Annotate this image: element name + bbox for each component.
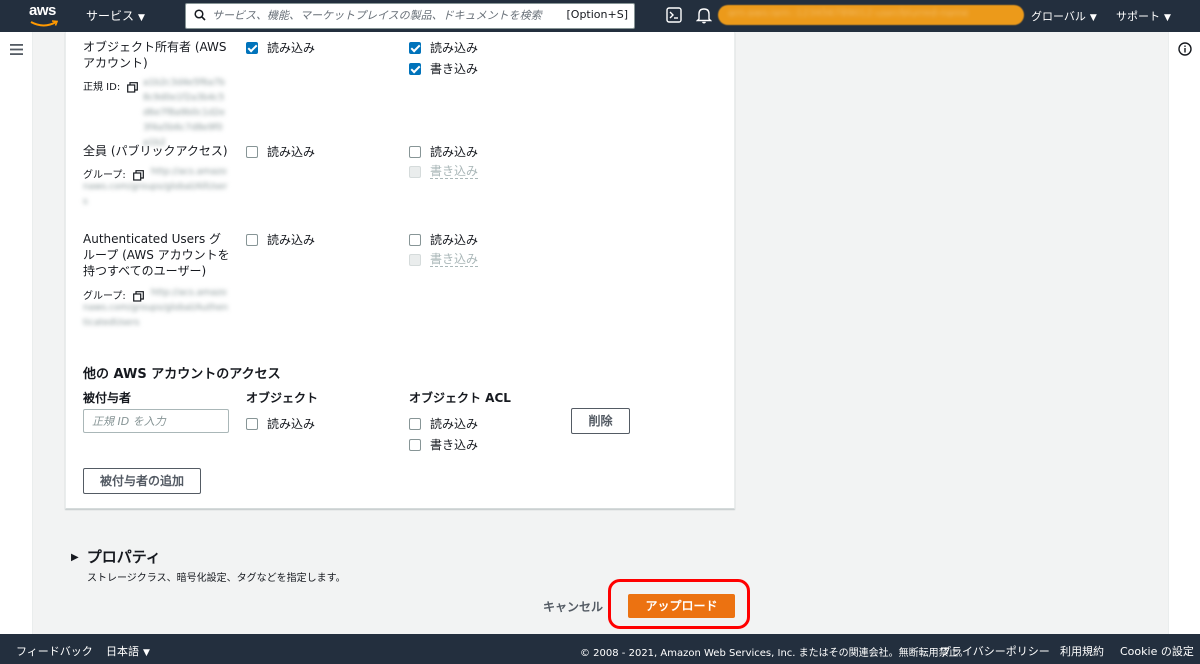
checkbox-label: 読み込み — [267, 41, 316, 55]
checkbox-box — [409, 165, 421, 178]
search-box[interactable]: [Option+S] — [185, 3, 635, 29]
copyright-text: © 2008 - 2021, Amazon Web Services, Inc.… — [580, 648, 969, 659]
chevron-down-icon: ▼ — [143, 648, 150, 658]
properties-expand-toggle[interactable]: ▶ プロパティ — [71, 546, 161, 567]
search-input[interactable] — [212, 4, 627, 26]
footer-bar: フィードバック 日本語 ▼ © 2008 - 2021, Amazon Web S… — [0, 634, 1200, 664]
properties-description: ストレージクラス、暗号化設定、タグなどを指定します。 — [87, 573, 346, 584]
aws-smile-icon — [30, 20, 58, 27]
everyone-acl-write-checkbox: 書き込み — [409, 164, 479, 179]
checkbox-box[interactable] — [409, 233, 421, 246]
checkbox-label: 書き込み — [430, 164, 479, 179]
terms-link[interactable]: 利用規約 — [1060, 643, 1104, 659]
authenticated-object-read-checkbox[interactable]: 読み込み — [246, 231, 315, 248]
canonical-id-value: a1b2c3d4e5f6a7b8c9d0e1f2a3b4c5d6e7f8a9b0… — [143, 78, 225, 148]
checkbox-label: 読み込み — [430, 417, 479, 431]
checkbox-label: 書き込み — [430, 252, 479, 267]
services-label: サービス — [86, 9, 135, 23]
properties-title: プロパティ — [86, 548, 161, 566]
group-uri-value: http://acs.amazonaws.com/groups/global/A… — [83, 167, 228, 207]
top-navigation-bar: aws サービス▼ [Option+S] arn:aws:iam::123456… — [0, 0, 1200, 32]
support-label: サポート — [1116, 10, 1160, 23]
checkbox-box[interactable] — [409, 145, 421, 158]
checkbox-box[interactable] — [246, 145, 258, 158]
chevron-down-icon: ▼ — [138, 13, 145, 23]
add-grantee-button[interactable]: 被付与者の追加 — [83, 468, 201, 494]
search-icon — [194, 9, 206, 21]
other-accounts-section-title: 他の AWS アカウントのアクセス — [83, 367, 281, 382]
account-text: arn:aws:iam::123456789012:user/blurred-n… — [728, 8, 969, 19]
account-menu[interactable]: arn:aws:iam::123456789012:user/blurred-n… — [718, 5, 1024, 25]
col-header-object: オブジェクト — [246, 391, 319, 405]
acl-row-label-owner: オブジェクト所有者 (AWS アカウント) — [83, 40, 227, 70]
support-menu[interactable]: サポート ▼ — [1116, 8, 1171, 24]
checkbox-label: 書き込み — [430, 438, 479, 452]
acl-row-label-authenticated-users: Authenticated Users グループ (AWS アカウントを持つすべ… — [83, 232, 230, 278]
cloudshell-icon[interactable] — [666, 7, 682, 23]
bell-icon[interactable] — [696, 6, 712, 24]
col-header-object-acl: オブジェクト ACL — [409, 391, 511, 405]
hamburger-menu-icon[interactable] — [10, 44, 23, 55]
grantee-canonical-id-input[interactable] — [83, 409, 229, 433]
owner-acl-read-checkbox[interactable]: 読み込み — [409, 39, 478, 56]
owner-object-read-checkbox[interactable]: 読み込み — [246, 39, 315, 56]
search-shortcut-hint: [Option+S] — [566, 8, 629, 21]
checkbox-box[interactable] — [409, 41, 421, 54]
feedback-link[interactable]: フィードバック — [16, 643, 93, 659]
id-label-text: 正規 ID: — [83, 82, 121, 93]
acl-row-label-everyone: 全員 (パブリックアクセス) — [83, 144, 228, 158]
privacy-policy-link[interactable]: プライバシーポリシー — [940, 643, 1050, 659]
checkbox-box[interactable] — [409, 438, 421, 451]
caret-right-icon: ▶ — [71, 552, 79, 563]
checkbox-label: 書き込み — [430, 62, 479, 76]
canonical-id-label: 正規 ID: — [83, 78, 139, 93]
checkbox-label: 読み込み — [430, 145, 479, 159]
checkbox-label: 読み込み — [267, 233, 316, 247]
language-selector[interactable]: 日本語 ▼ — [106, 643, 150, 659]
checkbox-label: 読み込み — [267, 145, 316, 159]
language-label: 日本語 — [106, 645, 139, 658]
col-header-grantee: 被付与者 — [83, 391, 132, 405]
aws-logo[interactable]: aws — [26, 2, 62, 28]
authenticated-acl-write-checkbox: 書き込み — [409, 252, 479, 267]
left-navigation-rail — [0, 32, 33, 634]
cookie-settings-link[interactable]: Cookie の設定 — [1120, 643, 1194, 659]
cancel-button[interactable]: キャンセル — [543, 598, 603, 615]
checkbox-box[interactable] — [409, 62, 421, 75]
checkbox-label: 読み込み — [267, 417, 316, 431]
upload-highlight-annotation — [608, 579, 750, 629]
grantee-acl-write-checkbox[interactable]: 書き込み — [409, 436, 478, 453]
checkbox-label: 読み込み — [430, 41, 479, 55]
region-label: グローバル — [1031, 10, 1086, 23]
remove-grantee-button[interactable]: 削除 — [571, 408, 630, 434]
right-tools-rail — [1168, 32, 1200, 634]
region-menu[interactable]: グローバル ▼ — [1031, 8, 1097, 24]
checkbox-box[interactable] — [246, 233, 258, 246]
acl-permissions-panel: オブジェクト所有者 (AWS アカウント) 正規 ID: a1b2c3d4e5f… — [65, 32, 735, 509]
services-menu[interactable]: サービス ▼ — [86, 7, 145, 24]
chevron-down-icon: ▼ — [1164, 13, 1171, 23]
checkbox-label: 読み込み — [430, 233, 479, 247]
authenticated-acl-read-checkbox[interactable]: 読み込み — [409, 231, 478, 248]
info-icon[interactable] — [1178, 42, 1192, 56]
checkbox-box[interactable] — [246, 41, 258, 54]
copy-icon[interactable] — [127, 81, 139, 93]
grantee-acl-read-checkbox[interactable]: 読み込み — [409, 415, 478, 432]
checkbox-box — [409, 253, 421, 266]
everyone-acl-read-checkbox[interactable]: 読み込み — [409, 143, 478, 160]
chevron-down-icon: ▼ — [1089, 13, 1097, 23]
group-uri-value: http://acs.amazonaws.com/groups/global/A… — [83, 288, 229, 328]
checkbox-box[interactable] — [409, 417, 421, 430]
checkbox-box[interactable] — [246, 417, 258, 430]
aws-logo-text: aws — [29, 2, 56, 19]
everyone-object-read-checkbox[interactable]: 読み込み — [246, 143, 315, 160]
grantee-object-read-checkbox[interactable]: 読み込み — [246, 415, 315, 432]
owner-acl-write-checkbox[interactable]: 書き込み — [409, 60, 478, 77]
